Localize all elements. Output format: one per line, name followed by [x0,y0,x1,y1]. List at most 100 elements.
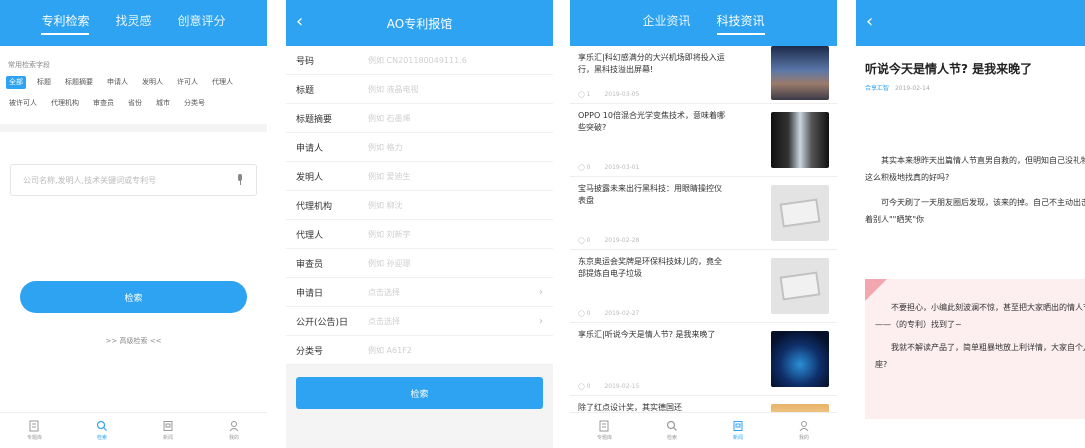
list-item[interactable]: 享乐汇|听说今天是情人节? 是我来晚了 ◯ 0 2019-02-15 [570,323,837,396]
news-title: 享乐汇|听说今天是情人节? 是我来晚了 [578,330,716,339]
divider [0,124,267,132]
news-thumbnail [771,46,829,100]
form-label: 代理机构 [296,201,333,212]
user-icon [229,421,239,432]
image-placeholder-icon [771,258,829,314]
image-placeholder-icon [771,185,829,241]
chip-licensor[interactable]: 许可人 [174,76,201,89]
document-icon [29,420,39,432]
applicant-field[interactable] [368,142,543,152]
nav-label: 检索 [666,435,677,441]
chip-all[interactable]: 全部 [6,76,26,89]
form-row-applicant: 申请人 [286,133,553,162]
back-arrow-icon[interactable]: ‹ [296,12,303,32]
tab-tech-news[interactable]: 科技资讯 [716,12,765,35]
agency-field[interactable] [368,200,543,210]
news-meta: ◯ 0 2019-02-28 [578,237,765,244]
form-row-title: 标题 [286,75,553,104]
number-field[interactable] [368,55,543,65]
article-paragraph: 可今天刷了一天朋友圈后发现，该来的掉。自己不主动出击，就等着别人""晒笑"你 [865,198,1085,224]
list-item[interactable]: 享乐汇|科幻感满分的大兴机场即将投入运行，黑科技溢出屏幕! ◯ 1 2019-03… [570,46,837,104]
search-icon [96,420,107,431]
bottom-nav: 专题库 检索 新闻 我的 [0,412,267,448]
nav-search[interactable]: 检索 [666,420,678,441]
tab-bar: 企业资讯 科技资讯 [642,12,765,35]
nav-mine[interactable]: 我的 [798,420,810,441]
news-title: 东京奥运会奖牌是环保科技妹儿的，竟全部提炼自电子垃圾 [578,257,722,278]
nav-topic-library[interactable]: 专题库 [597,420,612,441]
nav-label: 新闻 [732,435,743,441]
form-label: 代理人 [296,230,324,241]
chip-agency[interactable]: 代理机构 [48,97,82,110]
nav-label: 我的 [798,435,809,441]
news-meta: ◯ 0 2019-02-15 [578,383,765,390]
news-thumbnail [771,331,829,387]
news-date: 2019-02-15 [604,383,640,390]
chip-applicant[interactable]: 申请人 [104,76,131,89]
title-field[interactable] [368,84,543,94]
examiner-field[interactable] [368,258,543,268]
nav-label: 新闻 [162,435,173,441]
form-label: 标题摘要 [296,114,333,125]
search-button[interactable]: 检索 [20,281,247,313]
nav-mine[interactable]: 我的 [228,420,240,441]
view-count: ◯ 1 [578,91,591,98]
agent-field[interactable] [368,229,543,239]
screen-patent-search: 专利检索 找灵感 创意评分 常用检索字段 全部 标题 标题摘要 申请人 发明人 … [0,0,267,448]
chip-title[interactable]: 标题 [34,76,54,89]
inventor-field[interactable] [368,171,543,181]
news-thumbnail [771,112,829,168]
chip-title-abstract[interactable]: 标题摘要 [62,76,96,89]
chip-city[interactable]: 城市 [153,97,173,110]
chip-examiner[interactable]: 审查员 [90,97,117,110]
article-date: 2019-02-14 [894,85,930,92]
top-bar: ‹ AO专利报馆 [286,0,553,46]
news-date: 2019-03-01 [604,164,640,171]
list-item[interactable]: OPPO 10倍混合光学变焦技术，意味着哪些突破? ◯ 0 2019-03-01 [570,104,837,177]
nav-news[interactable]: 新闻 [162,420,174,441]
application-date-picker[interactable] [368,287,539,297]
nav-label: 检索 [96,435,107,441]
tab-enterprise-news[interactable]: 企业资讯 [642,12,690,35]
microphone-icon[interactable] [236,174,244,186]
tab-inspiration[interactable]: 找灵感 [115,12,151,35]
news-meta: ◯ 0 2019-02-27 [578,310,765,317]
title-abstract-field[interactable] [368,113,543,123]
chip-province[interactable]: 省份 [125,97,145,110]
chip-classification[interactable]: 分类号 [181,97,208,110]
search-button[interactable]: 检索 [296,377,543,409]
chevron-right-icon: › [539,286,543,298]
news-title: 享乐汇|科幻感满分的大兴机场即将投入运行，黑科技溢出屏幕! [578,53,725,74]
back-arrow-icon[interactable]: ‹ [866,12,873,32]
form-row-agent: 代理人 [286,220,553,249]
nav-label: 我的 [228,435,239,441]
top-bar: 企业资讯 科技资讯 [570,0,837,46]
advanced-search-link[interactable]: >> 高级检索 << [0,336,267,346]
publication-date-picker[interactable] [368,316,539,326]
form-row-publication-date[interactable]: 公开(公告)日 › [286,307,553,336]
article-source[interactable]: 合享汇智 [865,85,889,92]
tab-creative-score[interactable]: 创意评分 [178,12,226,35]
classification-field[interactable] [368,345,543,355]
search-input[interactable] [23,175,213,185]
form-row-classification: 分类号 [286,336,553,365]
document-icon [599,420,609,432]
news-date: 2019-02-27 [604,310,640,317]
list-item[interactable]: 宝马披露未来出行黑科技：用眼睛操控仪表盘 ◯ 0 2019-02-28 [570,177,837,250]
bottom-nav: 专题库 检索 新闻 我的 [570,412,837,448]
form-row-title-abstract: 标题摘要 [286,104,553,133]
chip-agent[interactable]: 代理人 [209,76,236,89]
form-label: 申请日 [296,288,324,299]
nav-topic-library[interactable]: 专题库 [27,420,42,441]
news-meta: ◯ 1 2019-03-05 [578,91,765,98]
tab-patent-search[interactable]: 专利检索 [41,12,90,35]
nav-news[interactable]: 新闻 [732,420,744,441]
chip-inventor[interactable]: 发明人 [139,76,166,89]
chip-licensee[interactable]: 被许可人 [6,97,40,110]
view-count: ◯ 0 [578,383,591,390]
nav-search[interactable]: 检索 [96,420,108,441]
quote-box: 不要担心，小编此刻波澜不惊，甚至把大家晒出的情人节礼物——（的专利）找到了~ 我… [865,279,1085,419]
list-item[interactable]: 东京奥运会奖牌是环保科技妹儿的，竟全部提炼自电子垃圾 ◯ 0 2019-02-27 [570,250,837,323]
form-row-number: 号码 [286,46,553,75]
form-row-application-date[interactable]: 申请日 › [286,278,553,307]
